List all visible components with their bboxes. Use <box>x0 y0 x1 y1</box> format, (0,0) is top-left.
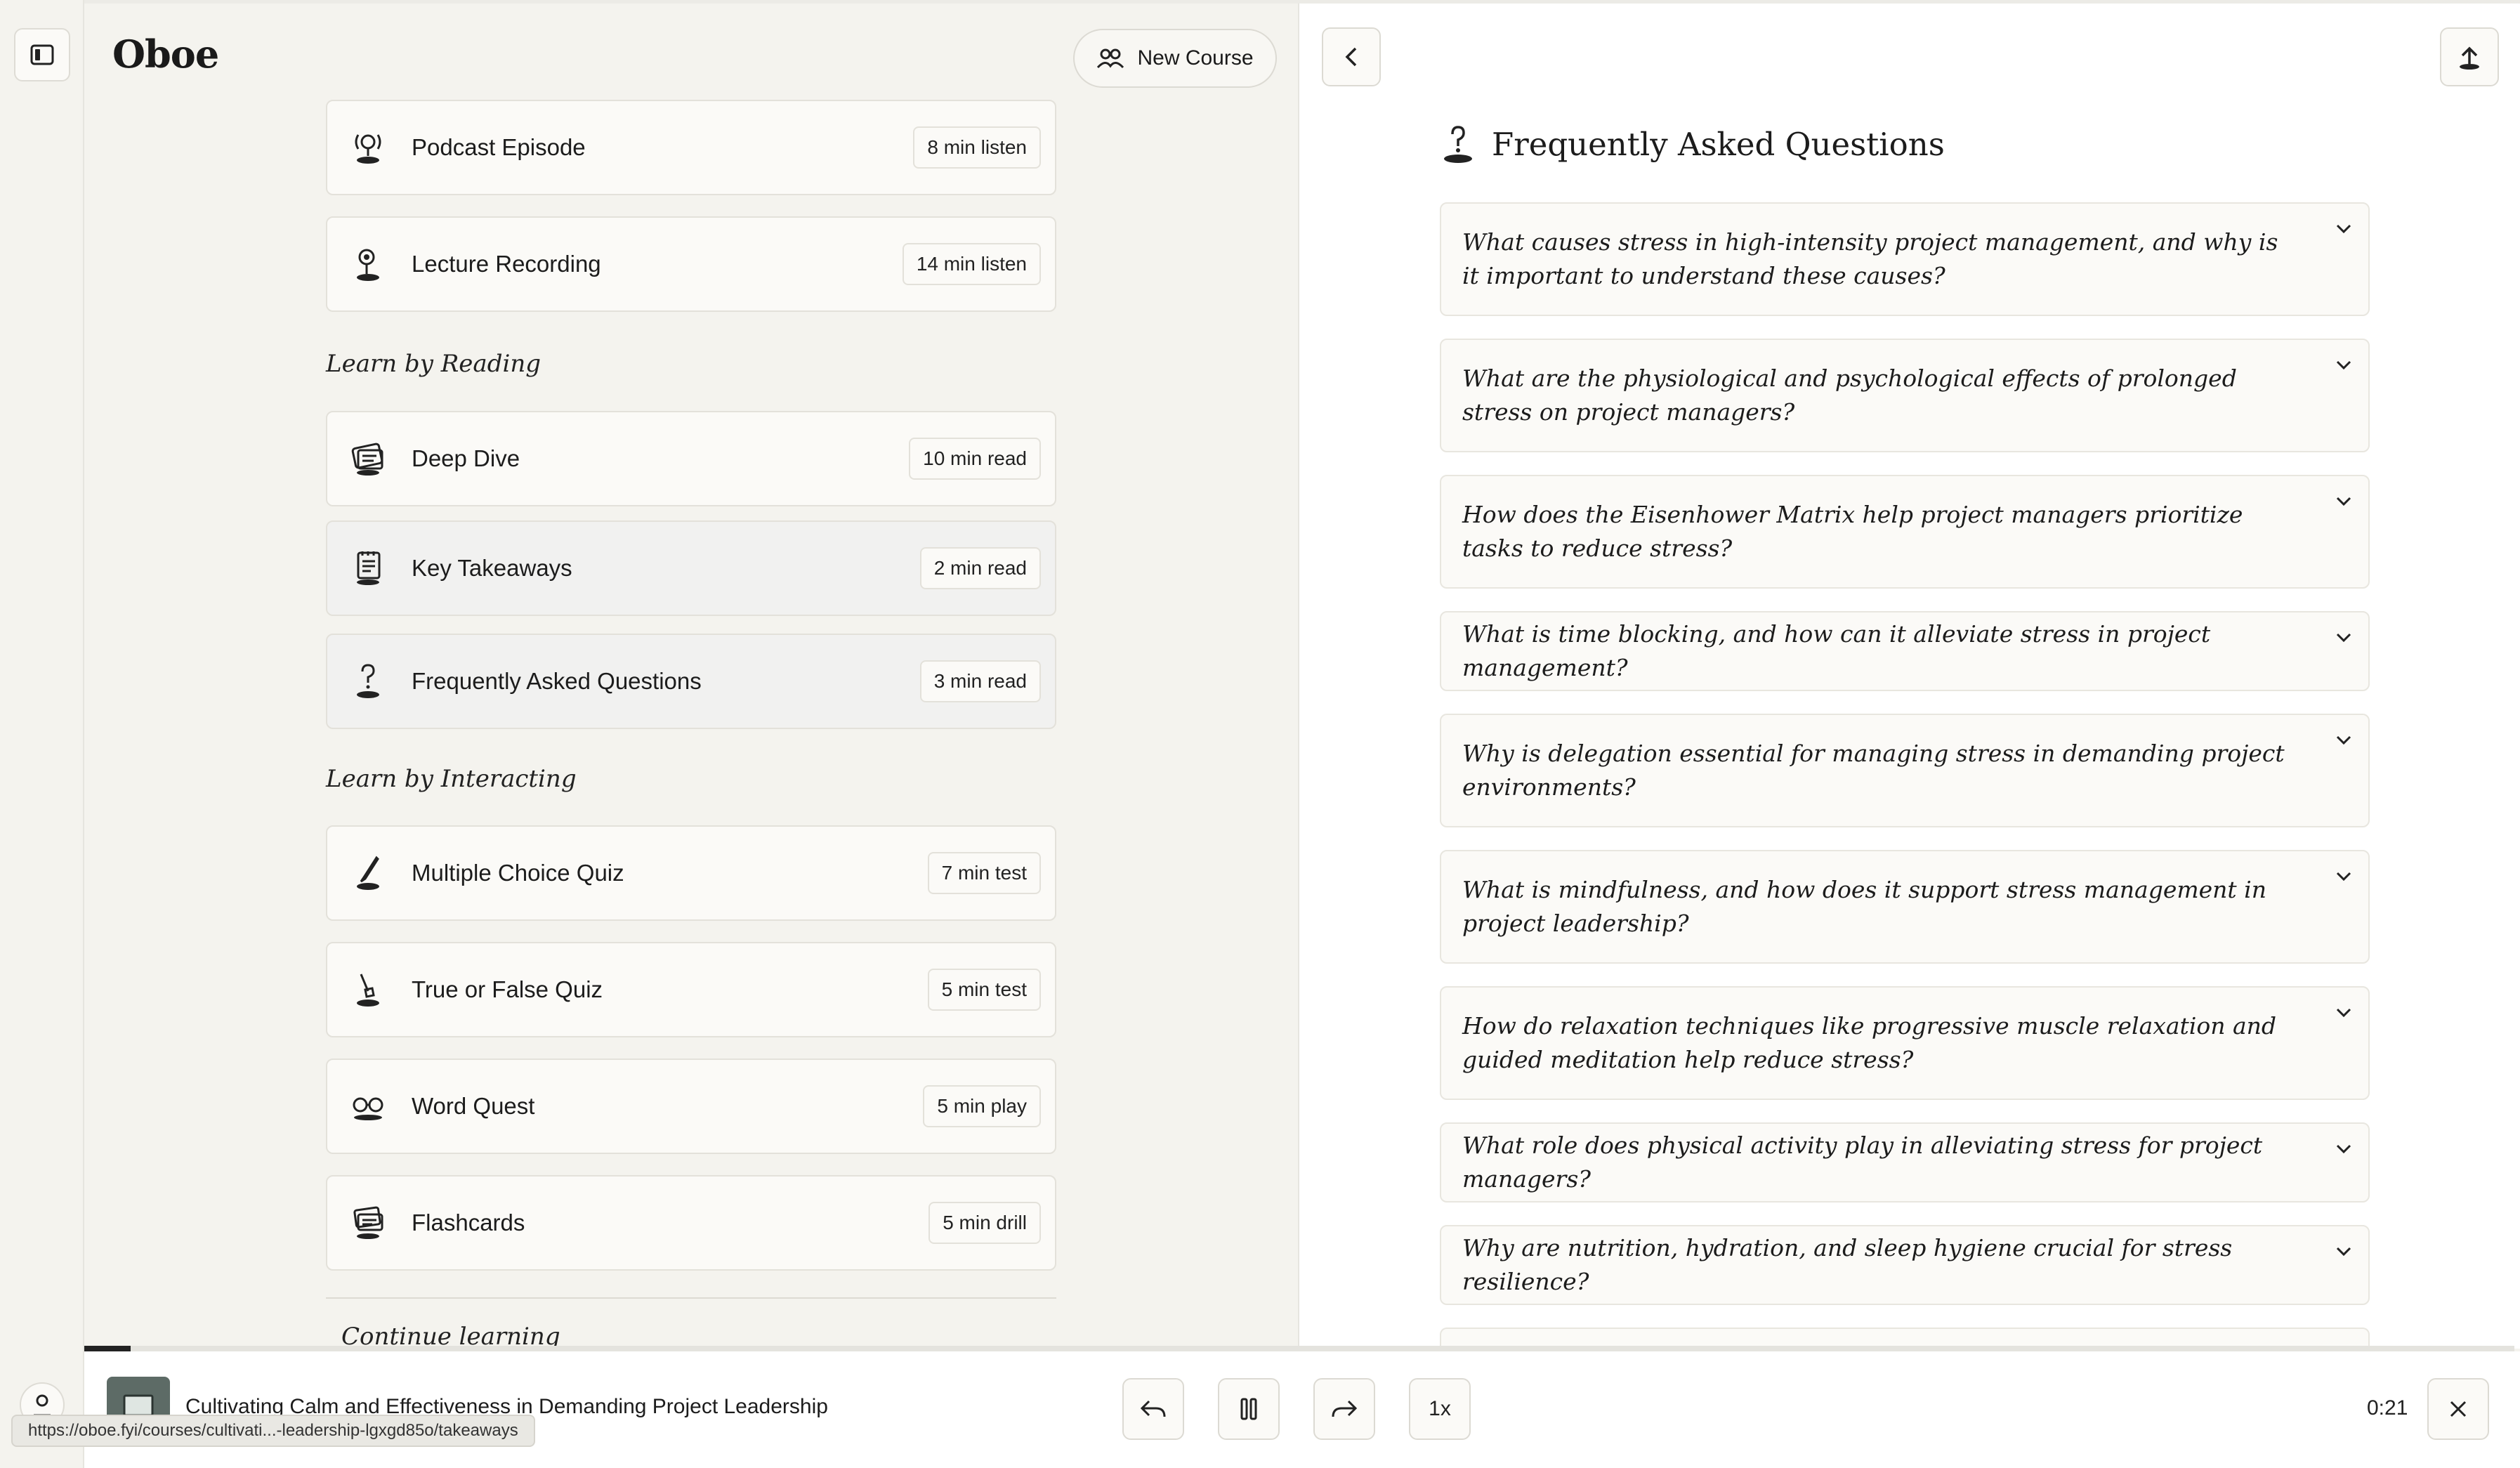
audio-player: Cultivating Calm and Effectiveness in De… <box>84 1351 2520 1468</box>
faq-heading: Frequently Asked Questions <box>1440 123 1945 165</box>
list-item-label: Key Takeaways <box>412 555 572 581</box>
list-item-label: Flashcards <box>412 1210 525 1236</box>
chevron-down-icon[interactable] <box>2319 871 2368 882</box>
people-icon <box>1097 48 1124 69</box>
chevron-down-icon[interactable] <box>2319 1143 2368 1155</box>
duration-badge: 2 min read <box>919 547 1041 589</box>
faq-item[interactable]: How does the Eisenhower Matrix help proj… <box>1440 475 2370 589</box>
duration-badge: 10 min read <box>909 438 1041 480</box>
list-item-key-takeaways[interactable]: Key Takeaways 2 min read <box>326 520 1056 616</box>
list-item-deep-dive[interactable]: Deep Dive 10 min read <box>326 411 1056 506</box>
list-item-label: True or False Quiz <box>412 976 603 1002</box>
faq-item[interactable]: What is mindfulness, and how does it sup… <box>1440 850 2370 964</box>
forward-icon <box>1332 1400 1358 1417</box>
faq-item[interactable]: Why are nutrition, hydration, and sleep … <box>1440 1225 2370 1305</box>
course-outline-panel: Oboe New Course Podcast Episode 8 min li… <box>84 4 1298 1351</box>
rewind-button[interactable] <box>1122 1378 1184 1440</box>
faq-item[interactable]: What are the physiological and psycholog… <box>1440 339 2370 452</box>
faq-item[interactable]: What causes stress in high-intensity pro… <box>1440 202 2370 316</box>
chevron-down-icon[interactable] <box>2319 735 2368 746</box>
section-heading-interacting: Learn by Interacting <box>326 765 577 793</box>
new-course-button[interactable]: New Course <box>1073 29 1277 88</box>
list-item-label: Frequently Asked Questions <box>412 668 702 694</box>
close-player-button[interactable] <box>2427 1378 2489 1440</box>
microphone-icon <box>347 126 389 169</box>
list-item-faq[interactable]: Frequently Asked Questions 3 min read <box>326 634 1056 729</box>
faq-question: What causes stress in high-intensity pro… <box>1462 228 2278 289</box>
user-icon <box>34 1394 51 1417</box>
faq-item[interactable]: Why is delegation essential for managing… <box>1440 714 2370 827</box>
chevron-down-icon[interactable] <box>2319 496 2368 507</box>
list-item-label: Word Quest <box>412 1093 535 1119</box>
faq-question: How does the Eisenhower Matrix help proj… <box>1462 501 2243 562</box>
faq-question: Why is delegation essential for managing… <box>1462 740 2285 801</box>
cards-icon <box>347 1202 389 1244</box>
audio-progress-fill <box>84 1346 131 1351</box>
playback-time: 0:21 <box>2367 1396 2408 1420</box>
duration-badge: 3 min read <box>919 660 1041 702</box>
chevron-left-icon <box>1345 47 1357 67</box>
faq-question: Why are nutrition, hydration, and sleep … <box>1462 1234 2233 1295</box>
sidebar-toggle-button[interactable] <box>14 28 70 81</box>
close-icon <box>2450 1401 2467 1417</box>
pause-button[interactable] <box>1218 1378 1280 1440</box>
brush-icon <box>347 969 389 1011</box>
duration-badge: 5 min drill <box>928 1202 1041 1244</box>
duration-badge: 5 min play <box>923 1085 1041 1127</box>
chevron-down-icon[interactable] <box>2319 223 2368 235</box>
list-item-label: Podcast Episode <box>412 134 586 160</box>
chevron-down-icon[interactable] <box>2319 360 2368 371</box>
rewind-icon <box>1140 1400 1166 1417</box>
forward-button[interactable] <box>1313 1378 1375 1440</box>
back-button[interactable] <box>1322 27 1381 86</box>
list-item-label: Deep Dive <box>412 445 520 471</box>
link-preview-url: https://oboe.fyi/courses/cultivati...-le… <box>11 1415 535 1447</box>
faq-item[interactable]: How do relaxation techniques like progre… <box>1440 986 2370 1100</box>
share-button[interactable] <box>2440 27 2499 86</box>
app-logo[interactable]: Oboe <box>112 32 219 77</box>
list-item-lecture[interactable]: Lecture Recording 14 min listen <box>326 216 1056 312</box>
duration-badge: 14 min listen <box>902 243 1041 285</box>
duration-badge: 8 min listen <box>913 126 1041 169</box>
page-title: Frequently Asked Questions <box>1492 125 1945 163</box>
chevron-down-icon[interactable] <box>2319 632 2368 643</box>
faq-item[interactable]: What role does physical activity play in… <box>1440 1122 2370 1202</box>
faq-question: What is mindfulness, and how does it sup… <box>1462 876 2266 937</box>
glasses-icon <box>347 1085 389 1127</box>
playback-speed-button[interactable]: 1x <box>1409 1378 1471 1440</box>
question-icon <box>1444 126 1472 163</box>
pause-icon <box>1240 1398 1257 1420</box>
faq-question: How do relaxation techniques like progre… <box>1462 1012 2277 1073</box>
faq-question: What role does physical activity play in… <box>1462 1132 2263 1193</box>
audio-progress-bar[interactable] <box>84 1346 2514 1351</box>
faq-question: What are the physiological and psycholog… <box>1462 365 2237 426</box>
divider <box>326 1297 1056 1299</box>
notepad-icon <box>347 547 389 589</box>
list-item-podcast[interactable]: Podcast Episode 8 min listen <box>326 100 1056 195</box>
list-item-label: Lecture Recording <box>412 251 601 277</box>
list-item-word-quest[interactable]: Word Quest 5 min play <box>326 1059 1056 1154</box>
pencil-icon <box>347 852 389 894</box>
new-course-label: New Course <box>1137 46 1254 70</box>
question-icon <box>347 660 389 702</box>
chevron-down-icon[interactable] <box>2319 1246 2368 1257</box>
list-item-true-false[interactable]: True or False Quiz 5 min test <box>326 942 1056 1037</box>
chevron-down-icon[interactable] <box>2319 1007 2368 1018</box>
section-heading-reading: Learn by Reading <box>326 350 541 378</box>
lecture-icon <box>347 243 389 285</box>
faq-question: What is time blocking, and how can it al… <box>1462 620 2211 681</box>
left-rail <box>0 0 84 1468</box>
list-item-multiple-choice[interactable]: Multiple Choice Quiz 7 min test <box>326 825 1056 921</box>
duration-badge: 5 min test <box>927 969 1041 1011</box>
book-icon <box>347 438 389 480</box>
duration-badge: 7 min test <box>927 852 1041 894</box>
faq-item[interactable]: What is time blocking, and how can it al… <box>1440 611 2370 691</box>
list-item-label: Multiple Choice Quiz <box>412 860 624 886</box>
upload-icon <box>2460 46 2479 70</box>
content-panel: Frequently Asked Questions What causes s… <box>1298 4 2520 1356</box>
sidebar-icon <box>30 44 54 65</box>
list-item-flashcards[interactable]: Flashcards 5 min drill <box>326 1175 1056 1271</box>
